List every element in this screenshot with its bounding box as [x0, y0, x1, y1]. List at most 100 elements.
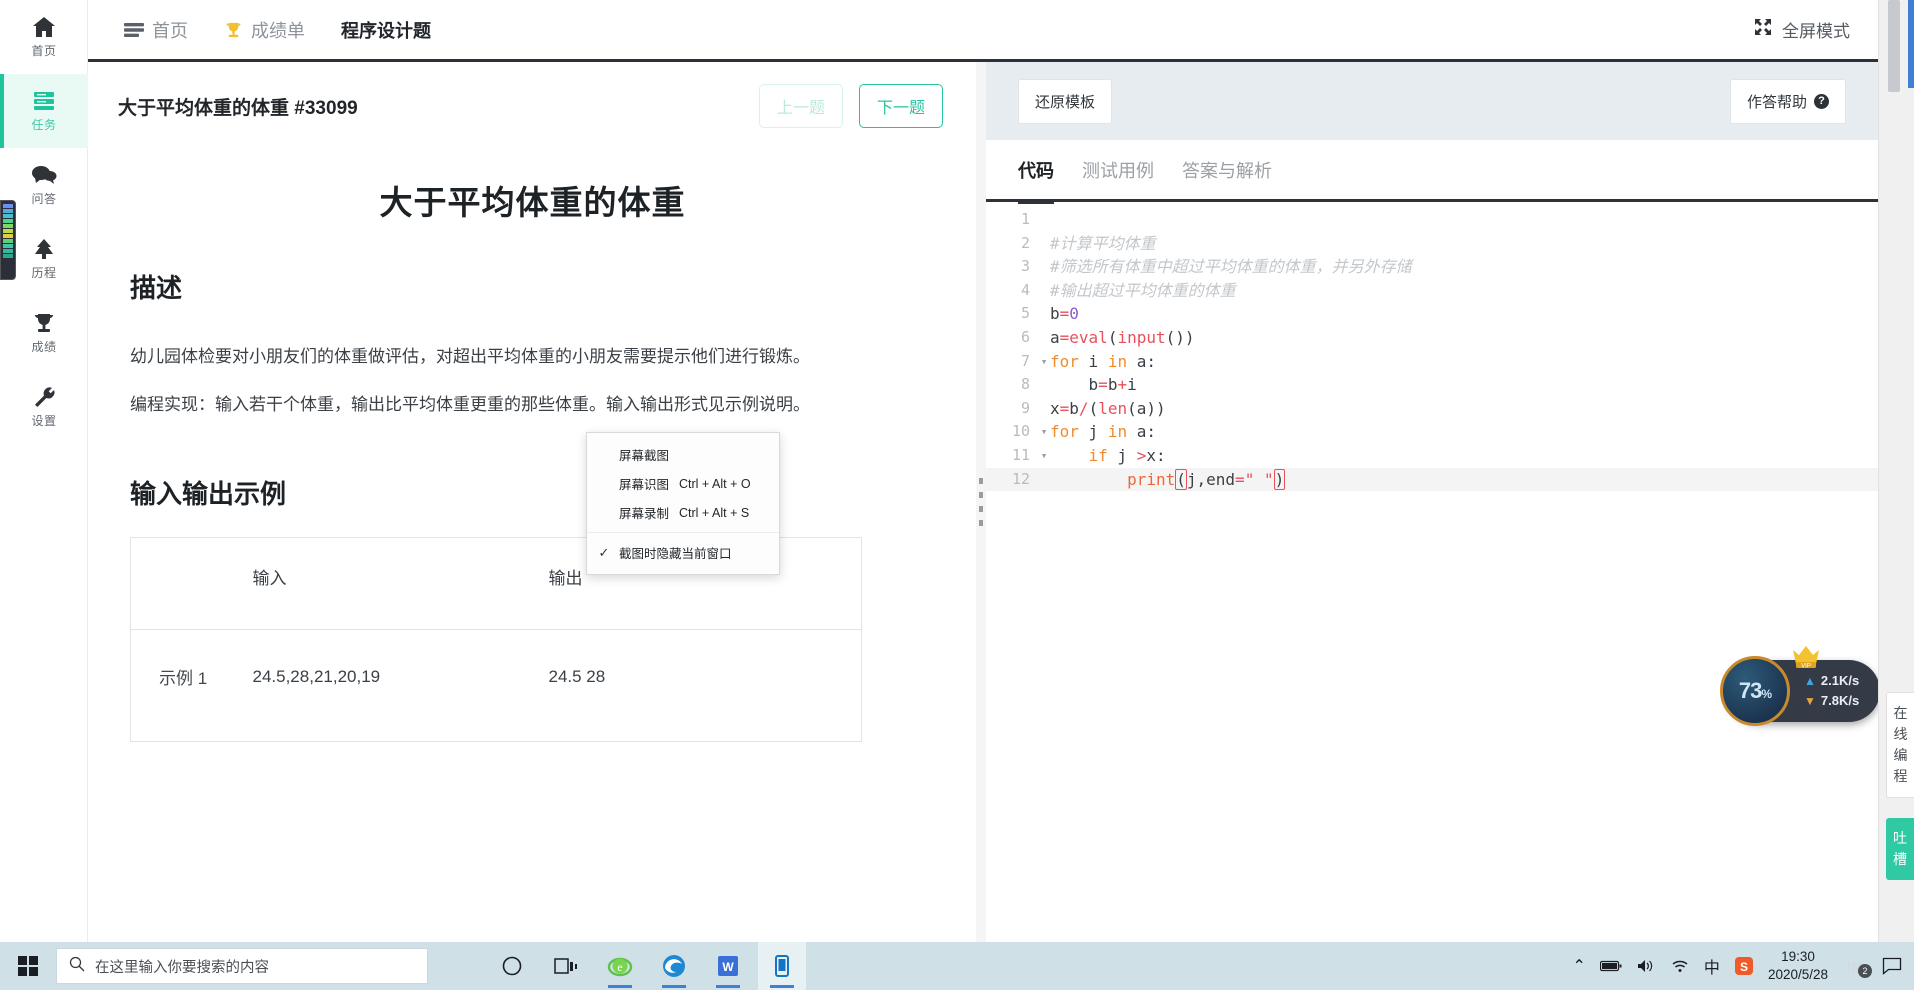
tab-scores[interactable]: 成绩单: [206, 0, 323, 61]
menu-separator: [587, 532, 779, 533]
sidebar-item-score[interactable]: 成绩: [0, 296, 88, 370]
code-line[interactable]: 5 b=0: [986, 302, 1878, 326]
sidebar-item-tasks[interactable]: 任务: [0, 74, 88, 148]
right-edge-strip: 在线编程 吐槽: [1878, 0, 1914, 942]
tab-home[interactable]: 首页: [106, 0, 206, 61]
code-text: for i in a:: [1050, 351, 1156, 371]
cortana-icon[interactable]: [488, 942, 536, 990]
online-programming-tab[interactable]: 在线编程: [1886, 692, 1914, 798]
fullscreen-button[interactable]: 全屏模式: [1754, 17, 1850, 42]
code-line[interactable]: 6 a=eval(input()): [986, 326, 1878, 350]
code-text: b=0: [1050, 304, 1079, 324]
code-line[interactable]: 9 x=b/(len(a)): [986, 397, 1878, 421]
sidebar-item-label: 历程: [31, 265, 57, 280]
code-line[interactable]: 2 #计算平均体重: [986, 232, 1878, 256]
code-editor[interactable]: 1 2 #计算平均体重 3 #筛选所有体重中超过平均体重的体重，并另外存储 4 #输出…: [986, 202, 1878, 492]
problem-title: 大于平均体重的体重: [379, 184, 686, 221]
taskbar-app-icons: e W: [488, 942, 806, 990]
code-line[interactable]: 1: [986, 208, 1878, 232]
download-speed-widget[interactable]: 73% VIP ▲ 2.1K/s ▼ 7.8K/s: [1720, 646, 1880, 726]
system-tray: ⌃ 中 S 19:30 2020/5/28 IM 2: [1573, 948, 1914, 984]
code-text: b=b+i: [1050, 375, 1137, 395]
phone-link-icon[interactable]: [758, 942, 806, 990]
tab-scores-label: 成绩单: [251, 20, 305, 41]
tab-code[interactable]: 代码: [1018, 139, 1068, 204]
edge-icon[interactable]: [650, 942, 698, 990]
menu-item-screen-record[interactable]: 屏幕录制 Ctrl + Alt + S: [587, 498, 779, 527]
im-app-icon[interactable]: IM 2: [1842, 956, 1872, 978]
restore-template-button[interactable]: 还原模板: [1018, 78, 1113, 124]
code-line[interactable]: 11 ▾ if j >x:: [986, 444, 1878, 468]
sidebar-item-home[interactable]: 首页: [0, 0, 88, 74]
tab-home-label: 首页: [152, 20, 188, 41]
tab-programming[interactable]: 程序设计题: [323, 0, 449, 64]
problem-body: 大于平均体重的体重 描述 幼儿园体检要对小朋友们的体重做评估，对超出平均体重的小…: [88, 176, 977, 743]
fold-toggle-icon[interactable]: ▾: [1038, 350, 1050, 374]
prev-question-button[interactable]: 上一题: [758, 84, 843, 128]
download-speed-row: ▼ 7.8K/s: [1804, 691, 1859, 711]
example-index: 示例 1: [159, 669, 208, 689]
battery-icon[interactable]: [1599, 959, 1622, 973]
menu-item-hide-window-on-capture[interactable]: ✓ 截图时隐藏当前窗口: [587, 538, 779, 567]
menu-item-screen-ocr[interactable]: 屏幕识图 Ctrl + Alt + O: [587, 469, 779, 498]
section-heading-io-examples: 输入输出示例: [130, 479, 287, 510]
tab-answer-analysis[interactable]: 答案与解析: [1168, 139, 1286, 201]
task-view-icon[interactable]: [542, 942, 590, 990]
line-number: 11: [1011, 445, 1030, 464]
feedback-tab[interactable]: 吐槽: [1886, 818, 1914, 880]
home-icon: [32, 16, 56, 38]
svg-text:VIP: VIP: [1801, 664, 1811, 670]
notification-icon[interactable]: [1882, 957, 1902, 975]
problem-nav-buttons: 上一题 下一题: [758, 84, 943, 128]
code-line[interactable]: 10 ▾ for j in a:: [986, 420, 1878, 444]
splitter-grip-icon: [979, 478, 983, 526]
wps-writer-icon[interactable]: W: [704, 942, 752, 990]
taskbar-search-placeholder: 在这里输入你要搜索的内容: [95, 959, 269, 976]
problem-header-title: 大于平均体重的体重 #33099: [118, 93, 358, 120]
help-icon: ?: [1814, 93, 1829, 109]
code-line[interactable]: 3 #筛选所有体重中超过平均体重的体重，并另外存储: [986, 255, 1878, 279]
tree-icon: [32, 238, 56, 260]
menu-item-screenshot[interactable]: 屏幕截图: [587, 440, 779, 469]
upload-speed-value: 2.1K/s: [1820, 672, 1860, 688]
page-scrollbar-thumb[interactable]: [1888, 0, 1900, 92]
ime-language-icon[interactable]: 中: [1704, 954, 1720, 978]
answer-help-button[interactable]: 作答帮助 ?: [1729, 78, 1846, 124]
code-text: #筛选所有体重中超过平均体重的体重，并另外存储: [1050, 257, 1412, 277]
audio-level-meter-widget[interactable]: [0, 200, 16, 280]
code-line[interactable]: 7 ▾ for i in a:: [986, 350, 1878, 374]
code-line[interactable]: 8 b=b+i: [986, 373, 1878, 397]
code-line[interactable]: 12 print(j,end=" "): [986, 467, 1878, 492]
arrow-down-icon: ▼: [1804, 693, 1816, 708]
problem-header: 大于平均体重的体重 #33099 上一题 下一题: [88, 62, 977, 128]
sogou-input-icon[interactable]: S: [1734, 956, 1754, 976]
pane-splitter[interactable]: [976, 62, 986, 942]
page-scrollbar-track[interactable]: [1888, 0, 1900, 942]
tab-test-cases[interactable]: 测试用例: [1068, 139, 1168, 201]
sidebar-item-label: 任务: [31, 117, 57, 132]
clock-date: 2020/5/28: [1767, 967, 1828, 982]
fold-toggle-icon[interactable]: ▾: [1038, 420, 1050, 444]
restore-template-label: 还原模板: [1035, 93, 1096, 111]
sidebar-item-label: 设置: [31, 413, 57, 428]
code-text: print(j,end=" "): [1127, 468, 1286, 490]
sidebar-item-label: 问答: [31, 191, 57, 206]
table-row: 示例 1 24.5,28,21,20,19 24.5 28: [131, 630, 862, 742]
taskbar-search-input[interactable]: 在这里输入你要搜索的内容: [56, 948, 428, 984]
ie-old-icon[interactable]: e: [596, 942, 644, 990]
start-button[interactable]: [0, 942, 56, 990]
fullscreen-icon: [1754, 18, 1772, 41]
clock[interactable]: 19:30 2020/5/28: [1768, 948, 1828, 984]
wifi-icon[interactable]: [1670, 958, 1690, 974]
sidebar-item-settings[interactable]: 设置: [0, 370, 88, 444]
next-question-button[interactable]: 下一题: [858, 84, 943, 128]
fold-toggle-icon[interactable]: ▾: [1038, 444, 1050, 468]
line-number: 1: [1020, 210, 1030, 228]
screen: 首页 任务 问答 历程 成绩 设置 首页 成绩单 程序设计题 全屏模式 大于平均…: [0, 0, 1914, 990]
volume-icon[interactable]: [1636, 958, 1656, 974]
tray-chevron-icon[interactable]: ⌃: [1573, 956, 1586, 976]
code-line[interactable]: 4 #输出超过平均体重的体重: [986, 279, 1878, 303]
app-topbar: 首页 成绩单 程序设计题 全屏模式: [88, 0, 1878, 64]
menu-item-label: 屏幕录制: [619, 507, 670, 521]
